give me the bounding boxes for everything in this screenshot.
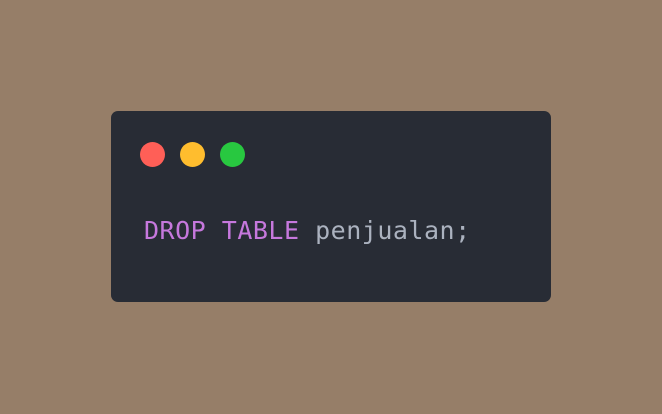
window-controls — [140, 142, 245, 167]
minimize-button[interactable] — [180, 142, 205, 167]
statement-terminator: ; — [455, 216, 471, 245]
page-background: { "colors": { "background": "#967e68", "… — [0, 0, 662, 414]
code-line: DROP TABLE penjualan; — [144, 215, 471, 247]
code-window: DROP TABLE penjualan; — [111, 111, 551, 302]
keyword-drop: DROP — [144, 216, 207, 245]
close-button[interactable] — [140, 142, 165, 167]
keyword-table: TABLE — [221, 216, 300, 245]
table-name: penjualan — [315, 216, 456, 245]
maximize-button[interactable] — [220, 142, 245, 167]
